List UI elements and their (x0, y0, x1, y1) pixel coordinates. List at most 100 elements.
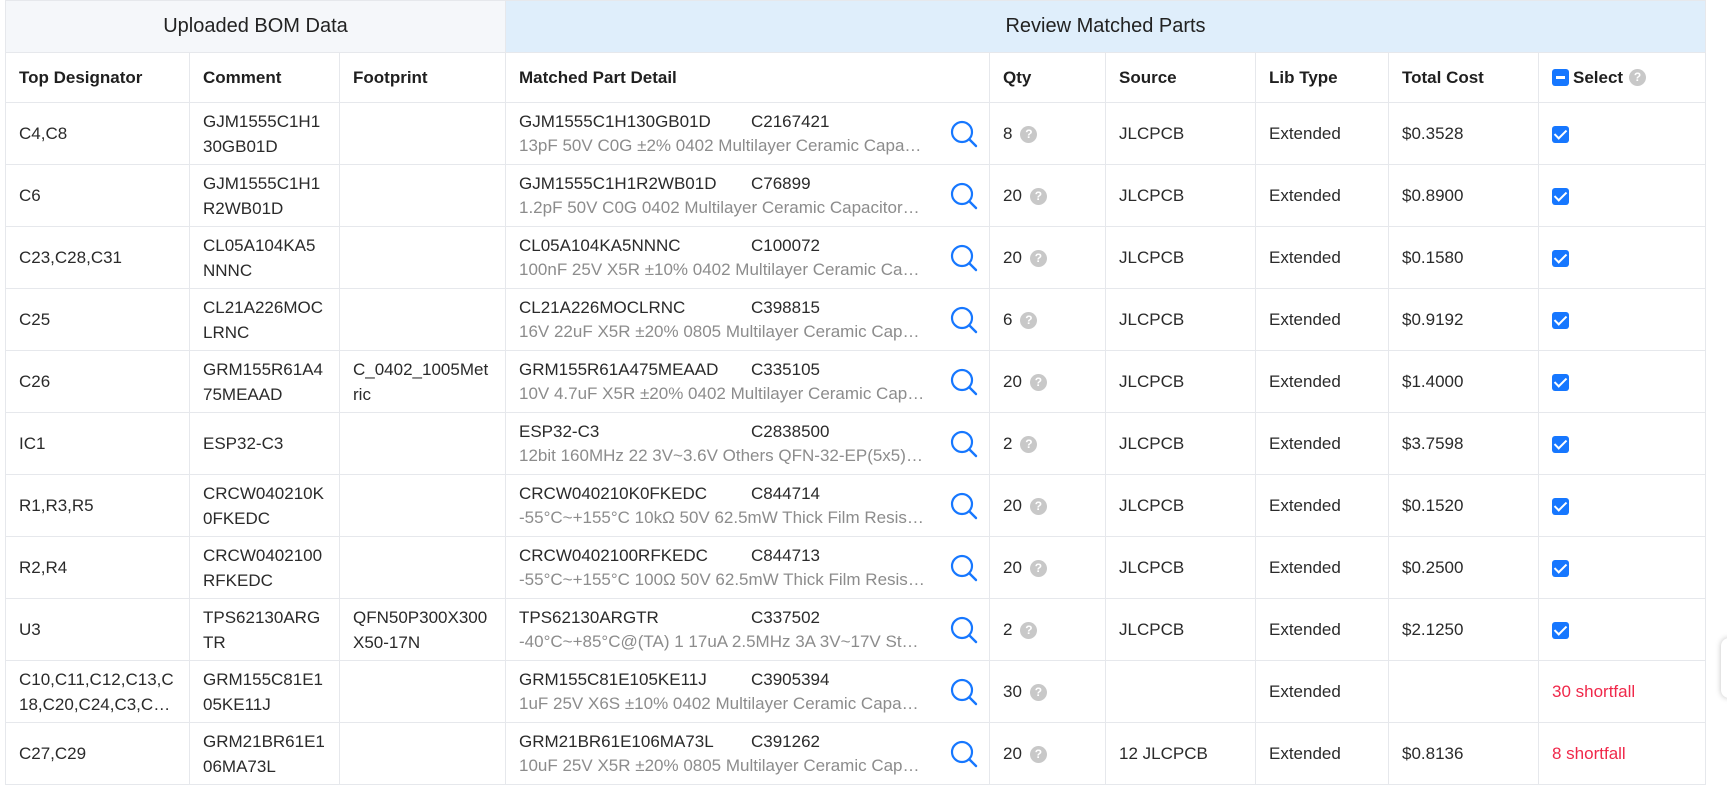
question-mark-icon[interactable]: ? (1029, 187, 1047, 205)
row-select-checkbox[interactable] (1552, 435, 1569, 453)
part-code[interactable]: C2838500 (751, 420, 829, 444)
row-select-checkbox[interactable] (1552, 497, 1569, 515)
part-code[interactable]: C337502 (751, 606, 820, 630)
comment-text: CL21A226MOCLRNC (203, 297, 324, 342)
comment-cell: GJM1555C1H1R2WB01D (189, 164, 340, 227)
question-mark-icon[interactable]: ? (1020, 311, 1038, 329)
comment-cell: GRM21BR61E106MA73L (189, 722, 340, 785)
question-mark-icon[interactable]: ? (1029, 373, 1047, 391)
designator-text: C25 (19, 310, 51, 329)
question-mark-icon[interactable]: ? (1029, 683, 1047, 701)
total-cost-cell: $0.9192 (1388, 288, 1539, 351)
search-icon[interactable] (949, 367, 979, 397)
part-code[interactable]: C100072 (751, 234, 820, 258)
matched-part-detail-cell: CRCW0402100RFKEDC C844713 -55°C~+155°C 100… (505, 536, 990, 599)
search-icon[interactable] (949, 491, 979, 521)
part-code[interactable]: C2167421 (751, 110, 829, 134)
select-cell (1537, 412, 1707, 475)
designator-cell: C23,C28,C31 (5, 226, 190, 289)
part-description: 13pF 50V C0G ±2% 0402 Multilayer Ceramic… (519, 135, 925, 155)
select-label: Select (1573, 67, 1624, 87)
side-scroll-handle[interactable] (1721, 638, 1727, 698)
table-body: C4,C8 GJM1555C1H130GB01D GJM1555C1H130GB01… (5, 102, 1707, 785)
search-icon[interactable] (949, 677, 979, 707)
row-select-checkbox[interactable] (1552, 249, 1569, 267)
matched-part-detail-cell: CL05A104KA5NNNC C100072 100nF 25V X5R ±10%… (505, 226, 990, 289)
search-icon[interactable] (949, 553, 979, 583)
matched-mpn: CL21A226MOCLRNC (519, 297, 686, 317)
row-select-checkbox[interactable] (1552, 559, 1569, 577)
part-code[interactable]: C844714 (751, 482, 820, 506)
question-mark-icon[interactable]: ? (1029, 559, 1047, 577)
qty-value: 20 (1003, 743, 1022, 763)
matched-mpn: GJM1555C1H130GB01D (519, 111, 711, 131)
uploaded-bom-group-header: Uploaded BOM Data (5, 0, 506, 53)
question-mark-icon[interactable]: ? (1029, 745, 1047, 763)
column-header-detail: Matched Part Detail (505, 52, 990, 103)
row-select-checkbox[interactable] (1552, 621, 1569, 639)
part-code[interactable]: C398815 (751, 296, 820, 320)
part-code[interactable]: C3905394 (751, 668, 829, 692)
qty-cell: 20? (989, 536, 1106, 599)
qty-value: 8 (1003, 123, 1013, 143)
part-description: 1uF 25V X6S ±10% 0402 Multilayer Ceramic… (519, 693, 925, 713)
row-select-checkbox[interactable] (1552, 311, 1569, 329)
question-mark-icon[interactable]: ? (1629, 69, 1647, 87)
bom-review-table: Uploaded BOM Data Review Matched Parts T… (5, 0, 1707, 785)
row-select-checkbox[interactable] (1552, 373, 1569, 391)
libtype-cell: Extended (1255, 536, 1389, 599)
question-mark-icon[interactable]: ? (1020, 125, 1038, 143)
part-code[interactable]: C391262 (751, 730, 820, 754)
qty-cell: 20? (989, 164, 1106, 227)
footprint-text: QFN50P300X300X50-17N (353, 607, 488, 652)
comment-text: GJM1555C1H1R2WB01D (203, 173, 321, 218)
select-cell: 30 shortfall (1537, 660, 1707, 723)
designator-text: C26 (19, 372, 51, 391)
search-icon[interactable] (949, 119, 979, 149)
qty-value: 20 (1003, 495, 1022, 515)
libtype-cell: Extended (1255, 598, 1389, 661)
part-code[interactable]: C76899 (751, 172, 811, 196)
comment-cell: CL05A104KA5NNNC (189, 226, 340, 289)
footprint-cell (339, 722, 506, 785)
row-select-checkbox[interactable] (1552, 125, 1569, 143)
qty-cell: 20? (989, 350, 1106, 413)
search-icon[interactable] (949, 305, 979, 335)
table-row: C25 CL21A226MOCLRNC CL21A226MOCLRNC C398815… (5, 288, 1707, 351)
total-cost-cell: $0.8900 (1388, 164, 1539, 227)
shortfall-status: 30 shortfall (1552, 681, 1636, 701)
comment-text: ESP32-C3 (203, 434, 284, 453)
footprint-cell (339, 288, 506, 351)
comment-cell: GRM155C81E105KE11J (189, 660, 340, 723)
source-cell (1105, 660, 1256, 723)
libtype-cell: Extended (1255, 102, 1389, 165)
question-mark-icon[interactable]: ? (1029, 497, 1047, 515)
comment-text: TPS62130ARGTR (203, 607, 321, 652)
qty-value: 20 (1003, 185, 1022, 205)
matched-mpn: GRM155C81E105KE11J (519, 669, 707, 689)
comment-cell: CRCW0402100RFKEDC (189, 536, 340, 599)
select-all-checkbox[interactable] (1552, 69, 1569, 87)
search-icon[interactable] (949, 615, 979, 645)
search-icon[interactable] (949, 243, 979, 273)
search-icon[interactable] (949, 429, 979, 459)
select-cell (1537, 102, 1707, 165)
qty-value: 20 (1003, 247, 1022, 267)
part-code[interactable]: C335105 (751, 358, 820, 382)
matched-part-detail-cell: CL21A226MOCLRNC C398815 16V 22uF X5R ±20% … (505, 288, 990, 351)
search-icon[interactable] (949, 739, 979, 769)
matched-mpn: GRM155R61A475MEAAD (519, 359, 719, 379)
question-mark-icon[interactable]: ? (1020, 435, 1038, 453)
qty-cell: 2? (989, 412, 1106, 475)
comment-cell: ESP32-C3 (189, 412, 340, 475)
table-row: C10,C11,C12,C13,C18,C20,C24,C3,C5,C7,C9 G… (5, 660, 1707, 723)
search-icon[interactable] (949, 181, 979, 211)
row-select-checkbox[interactable] (1552, 187, 1569, 205)
question-mark-icon[interactable]: ? (1020, 621, 1038, 639)
table-row: C23,C28,C31 CL05A104KA5NNNC CL05A104KA5NNN… (5, 226, 1707, 289)
question-mark-icon[interactable]: ? (1029, 249, 1047, 267)
source-cell: 12 JLCPCB (1105, 722, 1256, 785)
part-code[interactable]: C844713 (751, 544, 820, 568)
select-cell (1537, 350, 1707, 413)
comment-text: GRM21BR61E106MA73L (203, 731, 325, 776)
